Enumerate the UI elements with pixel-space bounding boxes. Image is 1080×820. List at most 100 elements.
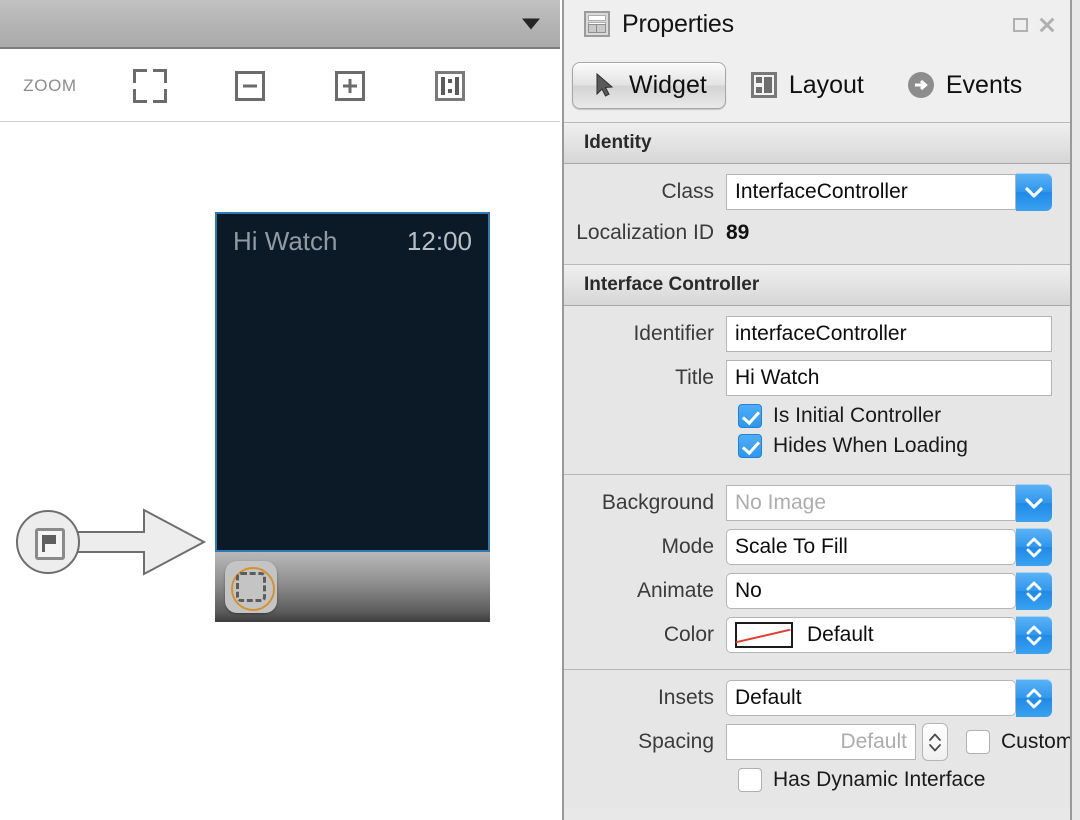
inspector-icon bbox=[584, 11, 610, 37]
watch-screen[interactable]: Hi Watch 12:00 bbox=[215, 212, 490, 552]
color-select[interactable]: Default bbox=[726, 616, 1052, 654]
tab-widget[interactable]: Widget bbox=[572, 62, 726, 109]
adjacent-panel-edge-strip bbox=[1070, 0, 1080, 820]
localization-id-value: 89 bbox=[726, 221, 749, 245]
identifier-input[interactable]: interfaceController bbox=[726, 316, 1052, 352]
window-controls bbox=[1013, 16, 1056, 34]
row-title: Title Hi Watch bbox=[564, 358, 1070, 398]
dashed-group-icon[interactable] bbox=[225, 561, 277, 613]
minus-box-icon[interactable] bbox=[231, 67, 269, 105]
hides-when-loading-label: Hides When Loading bbox=[773, 434, 968, 458]
background-input[interactable]: No Image bbox=[726, 485, 1016, 521]
zoom-in-button[interactable] bbox=[300, 67, 400, 105]
color-value-wrap[interactable]: Default bbox=[726, 617, 1016, 653]
class-input[interactable]: InterfaceController bbox=[726, 174, 1016, 210]
arrow-circle-icon bbox=[908, 72, 934, 98]
mode-select[interactable]: Scale To Fill bbox=[726, 528, 1052, 566]
localization-id-label: Localization ID bbox=[564, 221, 726, 245]
class-label: Class bbox=[564, 180, 726, 204]
section-layout-group: Insets Default Spacing Default bbox=[564, 670, 1070, 808]
close-icon[interactable] bbox=[1038, 16, 1056, 34]
insets-select[interactable]: Default bbox=[726, 679, 1052, 717]
zoom-label: ZOOM bbox=[23, 76, 76, 96]
storyboard-canvas-pane: ZOOM bbox=[0, 0, 560, 820]
is-initial-controller-checkbox[interactable] bbox=[738, 404, 762, 428]
section-identity: Class InterfaceController Localization I… bbox=[564, 164, 1070, 264]
color-label: Color bbox=[564, 623, 726, 647]
zoom-out-button[interactable] bbox=[200, 67, 300, 105]
zoom-label-slot: ZOOM bbox=[0, 76, 100, 96]
mode-value[interactable]: Scale To Fill bbox=[726, 529, 1016, 565]
row-spacing: Spacing Default Custom bbox=[564, 722, 1070, 762]
watch-interface-controller[interactable]: Hi Watch 12:00 bbox=[215, 212, 490, 622]
tab-events-label: Events bbox=[946, 71, 1022, 100]
watch-scene: Hi Watch 12:00 bbox=[0, 122, 560, 820]
flag-icon bbox=[35, 528, 65, 560]
inspector-tab-bar: Widget Layout Events bbox=[564, 48, 1070, 122]
tab-widget-label: Widget bbox=[629, 71, 707, 100]
animate-label: Animate bbox=[564, 579, 726, 603]
mode-stepper-button[interactable] bbox=[1016, 528, 1052, 566]
title-input[interactable]: Hi Watch bbox=[726, 360, 1052, 396]
identifier-field-wrap: interfaceController bbox=[726, 316, 1052, 352]
initial-controller-entry-point[interactable] bbox=[16, 504, 208, 580]
plus-box-icon[interactable] bbox=[331, 67, 369, 105]
color-swatch bbox=[735, 622, 793, 648]
class-dropdown-button[interactable] bbox=[1016, 173, 1052, 211]
has-dynamic-interface-label: Has Dynamic Interface bbox=[773, 768, 985, 792]
animate-select[interactable]: No bbox=[726, 572, 1052, 610]
animate-stepper-button[interactable] bbox=[1016, 572, 1052, 610]
title-field-wrap: Hi Watch bbox=[726, 360, 1052, 396]
maximize-icon[interactable] bbox=[1013, 18, 1028, 32]
section-appearance: Background No Image Mode Scale To Fill bbox=[564, 475, 1070, 669]
insets-value[interactable]: Default bbox=[726, 680, 1016, 716]
background-dropdown-button[interactable] bbox=[1016, 484, 1052, 522]
app-window: ZOOM bbox=[0, 0, 1080, 820]
watch-status-time: 12:00 bbox=[407, 226, 472, 257]
panel-title: Properties bbox=[622, 10, 734, 39]
background-combobox[interactable]: No Image bbox=[726, 484, 1052, 522]
insets-label: Insets bbox=[564, 686, 726, 710]
background-label: Background bbox=[564, 491, 726, 515]
watch-object-dock bbox=[215, 552, 490, 622]
section-interface-controller: Identifier interfaceController Title Hi … bbox=[564, 306, 1070, 474]
custom-checkbox[interactable] bbox=[966, 730, 990, 754]
spacing-controls: Default Custom bbox=[726, 723, 1052, 761]
chevron-down-icon[interactable] bbox=[522, 18, 540, 29]
insets-stepper-button[interactable] bbox=[1016, 679, 1052, 717]
row-insets: Insets Default bbox=[564, 678, 1070, 718]
title-label: Title bbox=[564, 366, 726, 390]
tab-layout[interactable]: Layout bbox=[732, 62, 883, 109]
actual-size-button[interactable] bbox=[400, 67, 500, 105]
row-animate: Animate No bbox=[564, 571, 1070, 611]
has-dynamic-interface-checkbox[interactable] bbox=[738, 768, 762, 792]
spacing-label: Spacing bbox=[564, 730, 726, 754]
row-class: Class InterfaceController bbox=[564, 172, 1070, 212]
hides-when-loading-checkbox[interactable] bbox=[738, 434, 762, 458]
canvas-zoom-toolbar: ZOOM bbox=[0, 51, 560, 122]
flag-in-circle-icon[interactable] bbox=[16, 510, 80, 574]
one-to-one-icon[interactable] bbox=[431, 67, 469, 105]
custom-checkbox-group[interactable]: Custom bbox=[966, 730, 1070, 754]
tab-events[interactable]: Events bbox=[889, 62, 1041, 109]
row-hides-when-loading[interactable]: Hides When Loading bbox=[726, 434, 1070, 458]
row-background: Background No Image bbox=[564, 483, 1070, 523]
row-localization-id: Localization ID 89 bbox=[564, 216, 1070, 250]
spacing-stepper[interactable] bbox=[922, 723, 948, 761]
properties-inspector-panel: Properties Widget Layout bbox=[562, 0, 1070, 820]
custom-label: Custom bbox=[1001, 730, 1070, 754]
tab-layout-label: Layout bbox=[789, 71, 864, 100]
row-is-initial-controller[interactable]: Is Initial Controller bbox=[726, 404, 1070, 428]
fit-to-screen-button[interactable] bbox=[100, 67, 200, 105]
color-stepper-button[interactable] bbox=[1016, 616, 1052, 654]
watch-status-title: Hi Watch bbox=[233, 226, 338, 257]
cursor-arrow-icon bbox=[591, 72, 617, 98]
color-value: Default bbox=[807, 623, 874, 647]
row-color: Color Default bbox=[564, 615, 1070, 655]
class-combobox[interactable]: InterfaceController bbox=[726, 173, 1052, 211]
fit-to-screen-icon[interactable] bbox=[131, 67, 169, 105]
panel-header: Properties bbox=[564, 0, 1070, 48]
spacing-input[interactable]: Default bbox=[726, 724, 916, 760]
animate-value[interactable]: No bbox=[726, 573, 1016, 609]
row-has-dynamic-interface[interactable]: Has Dynamic Interface bbox=[726, 768, 1070, 792]
